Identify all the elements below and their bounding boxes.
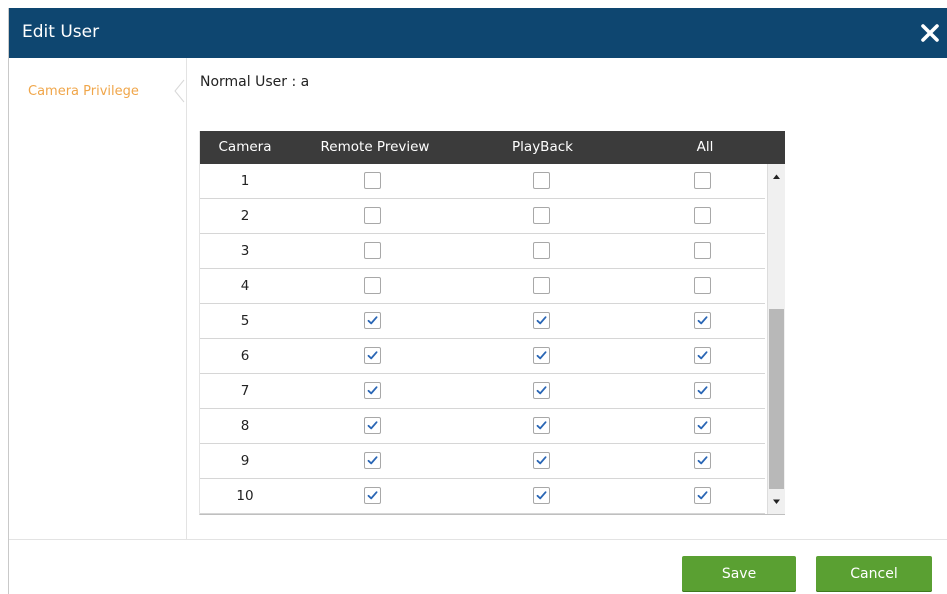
table-body: 1 2 3 4 5 6 7 8 9 10 (200, 164, 765, 514)
remote-preview-checkbox[interactable] (364, 242, 381, 259)
close-icon (921, 24, 939, 42)
checkmark-icon (697, 316, 708, 325)
playback-checkbox[interactable] (533, 452, 550, 469)
remote-preview-checkbox[interactable] (364, 347, 381, 364)
all-checkbox[interactable] (694, 417, 711, 434)
scroll-up-arrow-icon (773, 174, 780, 179)
remote-preview-checkbox[interactable] (364, 382, 381, 399)
table-row: 5 (200, 304, 765, 339)
footer-divider (9, 539, 947, 540)
user-info-label: Normal User : a (200, 74, 310, 90)
column-header-camera: Camera (218, 139, 272, 155)
checkmark-icon (367, 491, 378, 500)
table-row: 7 (200, 374, 765, 409)
column-header-remote-preview: Remote Preview (320, 139, 430, 155)
camera-number: 2 (240, 208, 250, 224)
sidebar-item-camera-privilege[interactable]: Camera Privilege (28, 84, 139, 99)
remote-preview-checkbox[interactable] (364, 207, 381, 224)
table-row: 3 (200, 234, 765, 269)
all-checkbox[interactable] (694, 277, 711, 294)
all-checkbox[interactable] (694, 312, 711, 329)
playback-checkbox[interactable] (533, 347, 550, 364)
checkmark-icon (367, 421, 378, 430)
camera-number: 9 (240, 453, 250, 469)
playback-checkbox[interactable] (533, 277, 550, 294)
all-checkbox[interactable] (694, 382, 711, 399)
checkmark-icon (697, 421, 708, 430)
column-header-playback: PlayBack (512, 139, 573, 155)
camera-number: 4 (240, 278, 250, 294)
checkmark-icon (536, 491, 547, 500)
remote-preview-checkbox[interactable] (364, 312, 381, 329)
checkmark-icon (697, 456, 708, 465)
close-button[interactable] (918, 19, 942, 47)
all-checkbox[interactable] (694, 172, 711, 189)
checkmark-icon (697, 351, 708, 360)
table-row: 2 (200, 199, 765, 234)
column-header-all: All (696, 139, 714, 155)
checkmark-icon (367, 351, 378, 360)
playback-checkbox[interactable] (533, 172, 550, 189)
remote-preview-checkbox[interactable] (364, 417, 381, 434)
checkmark-icon (697, 386, 708, 395)
cancel-button[interactable]: Cancel (816, 556, 932, 592)
table-header: Camera Remote Preview PlayBack All (200, 131, 785, 164)
camera-number: 3 (240, 243, 250, 259)
scrollbar-thumb[interactable] (769, 309, 784, 489)
playback-checkbox[interactable] (533, 312, 550, 329)
chevron-left-icon (174, 79, 185, 103)
playback-checkbox[interactable] (533, 207, 550, 224)
dialog-title: Edit User (22, 22, 100, 42)
checkmark-icon (536, 351, 547, 360)
remote-preview-checkbox[interactable] (364, 487, 381, 504)
playback-checkbox[interactable] (533, 417, 550, 434)
all-checkbox[interactable] (694, 207, 711, 224)
remote-preview-checkbox[interactable] (364, 172, 381, 189)
checkmark-icon (536, 386, 547, 395)
remote-preview-checkbox[interactable] (364, 452, 381, 469)
dialog-titlebar: Edit User (9, 8, 947, 58)
all-checkbox[interactable] (694, 452, 711, 469)
scroll-down-arrow-icon (773, 499, 780, 504)
all-checkbox[interactable] (694, 487, 711, 504)
all-checkbox[interactable] (694, 347, 711, 364)
camera-number: 6 (240, 348, 250, 364)
playback-checkbox[interactable] (533, 242, 550, 259)
all-checkbox[interactable] (694, 242, 711, 259)
camera-privilege-table: Camera Remote Preview PlayBack All 1 2 3 4 5… (199, 131, 785, 515)
checkmark-icon (367, 456, 378, 465)
checkmark-icon (367, 386, 378, 395)
camera-number: 5 (240, 313, 250, 329)
sidebar: Camera Privilege (9, 58, 187, 539)
save-button[interactable]: Save (682, 556, 796, 592)
checkmark-icon (536, 456, 547, 465)
checkmark-icon (536, 421, 547, 430)
playback-checkbox[interactable] (533, 382, 550, 399)
remote-preview-checkbox[interactable] (364, 277, 381, 294)
table-row: 10 (200, 479, 765, 514)
camera-number: 10 (236, 488, 254, 504)
checkmark-icon (536, 316, 547, 325)
scroll-down-button[interactable] (768, 493, 785, 510)
camera-number: 7 (240, 383, 250, 399)
camera-number: 1 (240, 173, 250, 189)
scroll-up-button[interactable] (768, 168, 785, 185)
table-row: 8 (200, 409, 765, 444)
table-row: 9 (200, 444, 765, 479)
table-row: 1 (200, 164, 765, 199)
edit-user-dialog: Edit User Camera Privilege Normal User :… (8, 8, 947, 594)
checkmark-icon (367, 316, 378, 325)
table-row: 4 (200, 269, 765, 304)
table-scrollbar[interactable] (767, 164, 785, 514)
table-row: 6 (200, 339, 765, 374)
checkmark-icon (697, 491, 708, 500)
camera-number: 8 (240, 418, 250, 434)
playback-checkbox[interactable] (533, 487, 550, 504)
